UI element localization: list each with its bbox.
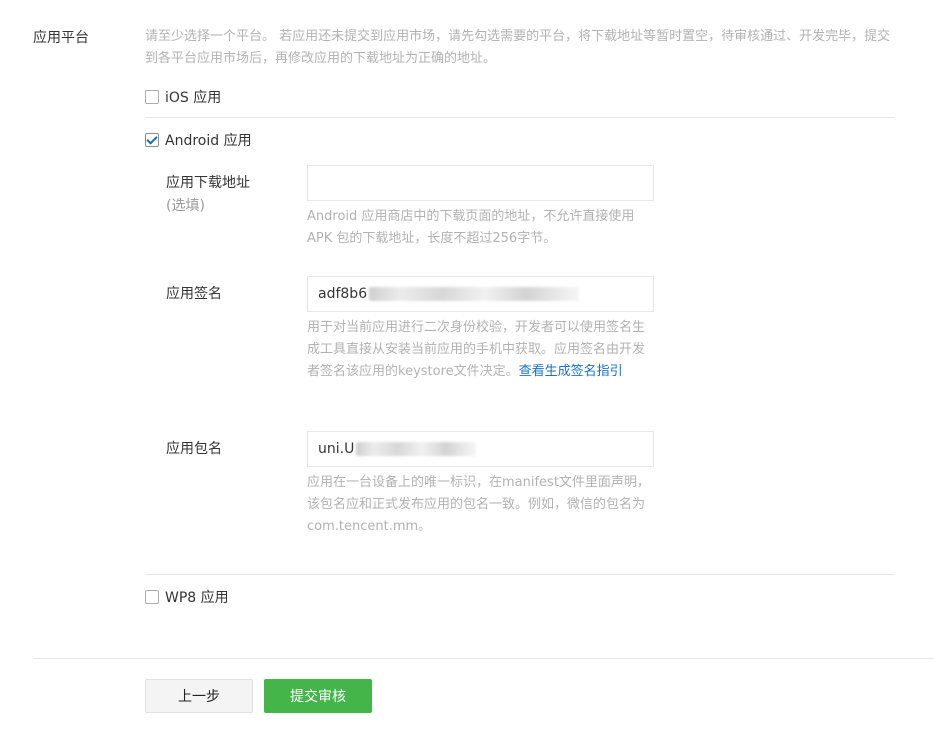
prev-step-button[interactable]: 上一步	[145, 679, 253, 713]
package-name-help: 应用在一台设备上的唯一标识，在manifest文件里面声明，该包名应和正式发布应…	[307, 475, 650, 534]
platform-wp8-option[interactable]: WP8 应用	[145, 587, 229, 607]
wp8-checkbox[interactable]	[145, 590, 159, 604]
ios-checkbox-label[interactable]: iOS 应用	[165, 87, 221, 107]
signature-help: 用于对当前应用进行二次身份校验，开发者可以使用签名生成工具直接从安装当前应用的手…	[307, 317, 652, 383]
package-name-label: 应用包名	[166, 441, 222, 457]
ios-checkbox[interactable]	[145, 90, 159, 104]
platform-ios-option[interactable]: iOS 应用	[145, 87, 221, 107]
signature-label: 应用签名	[166, 286, 222, 302]
package-redacted-mask	[356, 442, 477, 456]
divider-android	[145, 574, 895, 575]
download-url-help: Android 应用商店中的下载页面的地址，不允许直接使用 APK 包的下载地址…	[307, 209, 635, 246]
footer-divider	[33, 658, 934, 659]
submit-review-button[interactable]: 提交审核	[264, 679, 372, 713]
package-name-input[interactable]: uni.U	[307, 431, 654, 467]
signature-input[interactable]: adf8b6	[307, 276, 654, 312]
android-checkbox[interactable]	[145, 133, 159, 147]
signature-guide-link[interactable]: 查看生成签名指引	[519, 364, 623, 379]
section-label-platform: 应用平台	[33, 30, 89, 46]
wp8-checkbox-label[interactable]: WP8 应用	[165, 587, 229, 607]
signature-value: adf8b6	[318, 286, 368, 302]
download-url-input[interactable]	[307, 165, 654, 201]
platform-android-option[interactable]: Android 应用	[145, 130, 252, 150]
divider-ios	[145, 117, 895, 118]
platform-intro-text: 请至少选择一个平台。 若应用还未提交到应用市场，请先勾选需要的平台，将下载地址等…	[145, 29, 891, 66]
download-url-optional: (选填)	[166, 198, 205, 214]
download-url-label: 应用下载地址	[166, 175, 250, 191]
android-checkbox-label[interactable]: Android 应用	[165, 130, 252, 150]
package-name-value: uni.U	[318, 441, 355, 457]
signature-redacted-mask	[369, 287, 580, 301]
